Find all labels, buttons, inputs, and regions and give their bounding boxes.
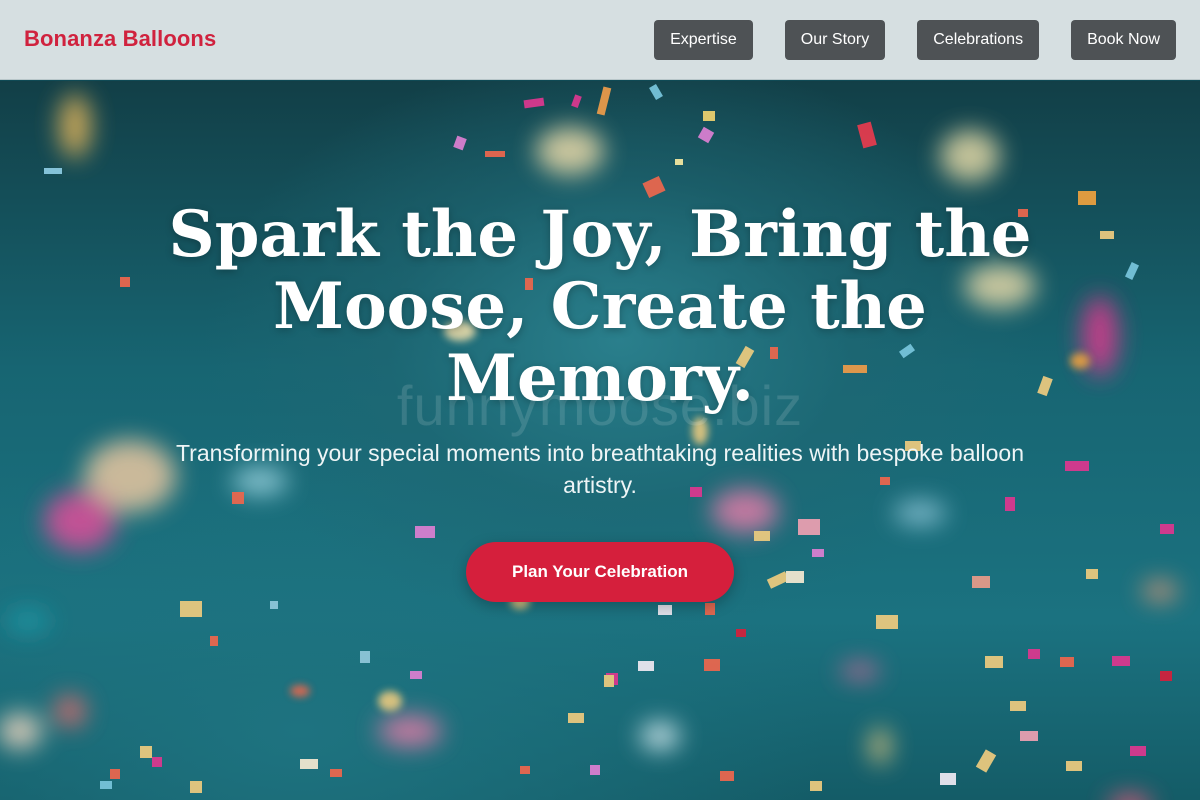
hero-subtitle: Transforming your special moments into b… [175,440,1025,498]
brand-logo-text[interactable]: Bonanza Balloons [24,26,216,52]
nav-book-now-button[interactable]: Book Now [1071,20,1176,60]
nav-expertise-button[interactable]: Expertise [654,20,753,60]
nav-celebrations-button[interactable]: Celebrations [917,20,1040,60]
hero-section: funnymoose.biz Spark the Joy, Bring the … [0,81,1200,800]
main-nav: Expertise Our Story Celebrations Book No… [654,20,1176,60]
site-header: Bonanza Balloons Expertise Our Story Cel… [0,0,1200,80]
plan-your-celebration-button[interactable]: Plan Your Celebration [466,542,734,602]
nav-our-story-button[interactable]: Our Story [784,20,886,60]
hero-headline: Spark the Joy, Bring the Moose, Create t… [168,197,1032,416]
